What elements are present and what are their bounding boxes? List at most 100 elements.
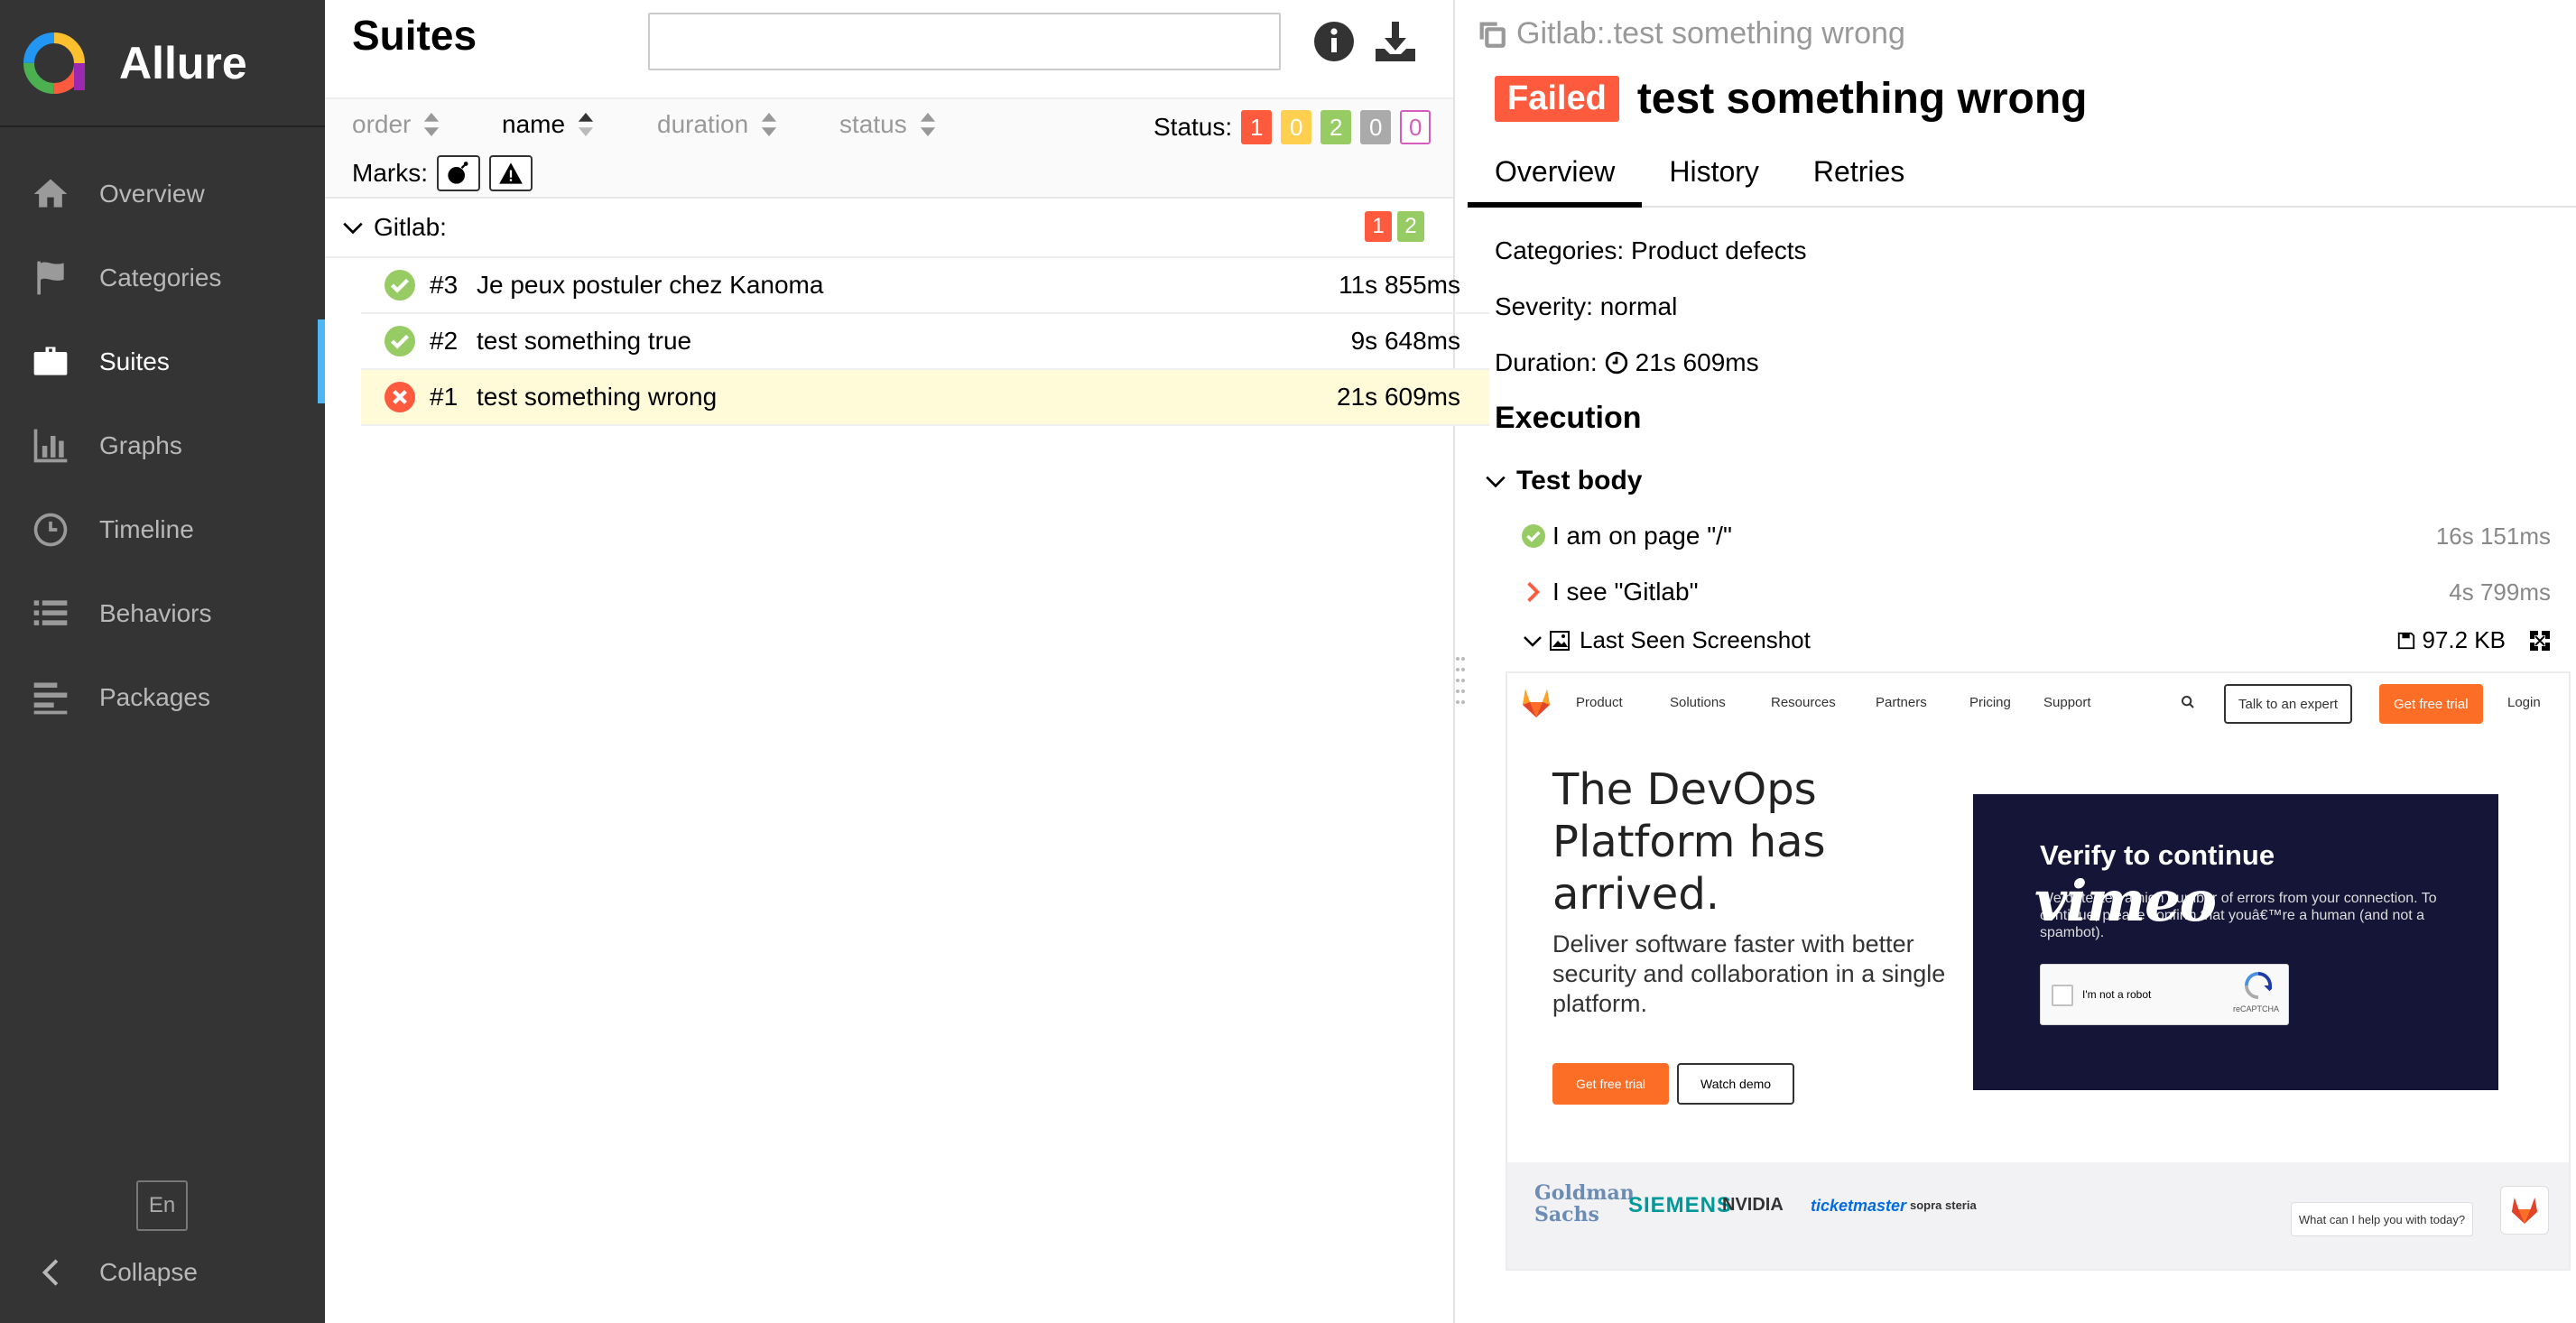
test-row-selected[interactable]: #1 test something wrong 21s 609ms [361,370,1489,426]
chevron-down-icon [1486,476,1506,488]
new-failed-mark-toggle[interactable] [489,155,533,191]
recaptcha-brand: reCAPTCHA [2232,1004,2279,1013]
bomb-icon [448,162,468,184]
sidebar-item-label: Packages [99,682,210,711]
status-unknown-toggle[interactable]: 0 [1400,110,1432,144]
logo-siemens: SIEMENS [1628,1193,1733,1217]
status-skipped-toggle[interactable]: 0 [1360,110,1392,144]
verify-title: Verify to continue [2040,839,2275,871]
sort-by-order[interactable]: order [352,110,440,139]
gitlab-nav-partners: Partners [1876,695,1927,710]
copy-icon[interactable] [1477,19,1507,50]
sidebar-item-label: Behaviors [99,598,212,627]
attachment-name: Last Seen Screenshot [1580,626,1811,653]
test-name: Je peux postuler chez Kanoma [477,271,824,299]
collapse-button[interactable]: Collapse [31,1253,198,1292]
severity-info: Severity: normal [1495,292,1678,320]
suite-group-gitlab[interactable]: Gitlab: 1 2 [325,199,1453,258]
detail-tabs: Overview History Retries [1468,143,2576,208]
group-passed-count: 2 [1397,211,1424,242]
gitlab-hero-subtitle: Deliver software faster with better secu… [1552,930,1946,1017]
brand[interactable]: Allure [0,0,325,127]
sidebar-item-label: Suites [99,347,170,375]
gitlab-cta-trial: Get free trial [1552,1063,1670,1105]
clock-icon [1605,351,1627,375]
sort-icon [578,113,594,136]
chevron-left-icon [42,1259,59,1286]
flag-icon [37,261,64,294]
sidebar-item-timeline[interactable]: Timeline [0,487,325,571]
sort-label: name [502,110,566,138]
duration-info: Duration: 21s 609ms [1495,348,1759,377]
sidebar-item-behaviors[interactable]: Behaviors [0,571,325,655]
sort-label: duration [657,110,749,138]
attachment-row[interactable]: Last Seen Screenshot 97.2 KB [1522,626,2551,654]
gitlab-nav-solutions: Solutions [1670,695,1726,710]
tab-overview[interactable]: Overview [1468,143,1643,208]
download-icon[interactable] [1374,20,1417,63]
sidebar-item-label: Overview [99,179,205,208]
sidebar-item-packages[interactable]: Packages [0,655,325,739]
sidebar-item-graphs[interactable]: Graphs [0,403,325,487]
gitlab-nav-pricing: Pricing [1969,695,2011,710]
test-number: #3 [430,271,459,299]
chevron-down-icon [1524,635,1542,647]
status-passed-toggle[interactable]: 2 [1320,110,1352,144]
search-input[interactable] [648,13,1281,70]
gitlab-nav-resources: Resources [1771,695,1836,710]
group-name: Gitlab: [374,213,447,241]
gitlab-logo-icon [2511,1197,2538,1225]
warning-icon [499,162,523,184]
gitlab-cta-demo: Watch demo [1677,1063,1795,1105]
recaptcha-label: I'm not a robot [2082,988,2152,1001]
page-title: Suites [352,12,477,59]
app: Allure Overview Categories Suites Graphs [0,0,2576,1323]
step-row[interactable]: I am on page "/" 16s 151ms [1522,522,2551,550]
logo-goldman-sachs: Goldman Sachs [1534,1181,1635,1226]
breadcrumb-text: Gitlab:.test something wrong [1516,16,1905,51]
attachment-screenshot: Product Solutions Resources Partners Pri… [1506,671,2571,1271]
gitlab-nav-support: Support [2043,695,2091,710]
attachment-size: 97.2 KB [2396,626,2506,654]
step-name: I see "Gitlab" [1552,578,1699,606]
sort-bar: order name duration status Status: 1 0 2… [325,99,1453,199]
sort-label: order [352,110,412,138]
sidebar-item-overview[interactable]: Overview [0,152,325,236]
brand-name: Allure [119,37,247,88]
test-body-toggle[interactable]: Test body [1484,466,1642,496]
flaky-mark-toggle[interactable] [437,155,480,191]
sidebar-item-label: Graphs [99,430,182,459]
group-badges: 1 2 [1359,211,1424,242]
marks-filter: Marks: [352,155,533,191]
sort-by-name[interactable]: name [502,110,594,139]
tab-retries[interactable]: Retries [1786,143,1932,208]
sidebar-item-suites[interactable]: Suites [0,319,325,403]
pane-splitter-handle[interactable] [1455,650,1466,713]
test-row[interactable]: #2 test something true 9s 648ms [361,314,1489,370]
step-duration: 16s 151ms [2435,522,2551,550]
tab-history[interactable]: History [1642,143,1786,208]
gitlab-nav: Product Solutions Resources Partners Pri… [1507,673,2569,733]
test-row[interactable]: #3 Je peux postuler chez Kanoma 11s 855m… [361,258,1489,314]
breadcrumb: Gitlab:.test something wrong [1477,16,1905,51]
language-switch[interactable]: En [136,1180,188,1231]
step-duration: 4s 799ms [2449,578,2551,606]
step-row[interactable]: I see "Gitlab" 4s 799ms [1522,578,2551,606]
status-broken-toggle[interactable]: 0 [1281,110,1312,144]
execution-heading: Execution [1495,401,1642,435]
sidebar-nav: Overview Categories Suites Graphs Timeli… [0,152,325,739]
test-number: #2 [430,327,459,355]
sidebar-item-categories[interactable]: Categories [0,236,325,319]
home-icon [33,179,68,208]
gitlab-talk-button: Talk to an expert [2224,684,2353,724]
info-icon[interactable] [1312,20,1356,63]
sidebar-item-label: Timeline [99,514,194,543]
status-failed-toggle[interactable]: 1 [1241,110,1273,144]
chat-launcher [2500,1186,2549,1235]
gitlab-hero-title: The DevOps Platform has arrived. [1552,764,1826,920]
sort-by-duration[interactable]: duration [657,110,777,139]
expand-icon[interactable] [2529,630,2551,652]
collapse-label: Collapse [99,1258,198,1286]
status-filter: Status: 1 0 2 0 0 [1154,110,1432,144]
sort-by-status[interactable]: status [839,110,936,139]
